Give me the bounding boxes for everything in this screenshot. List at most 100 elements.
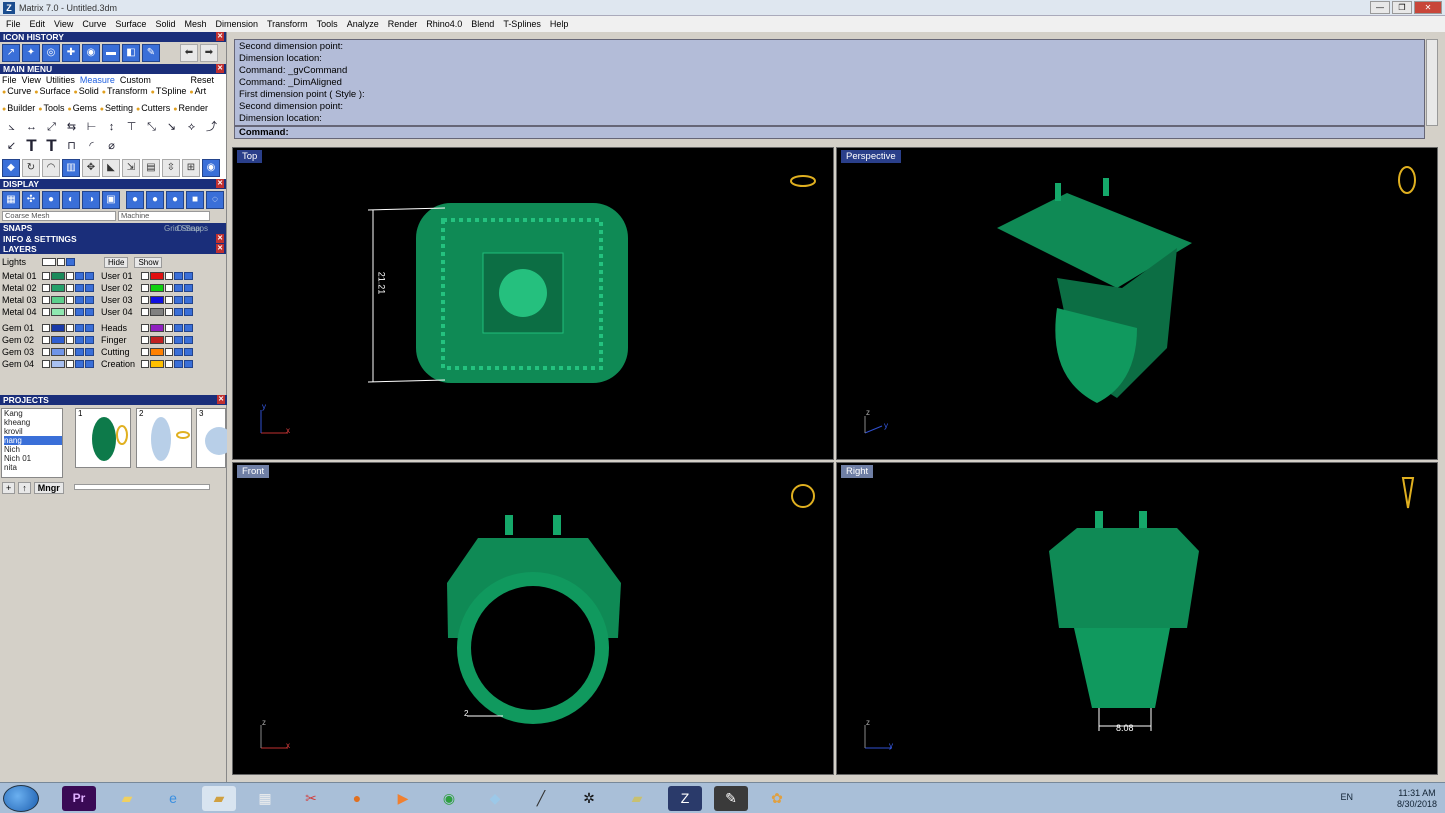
expand-icon[interactable] <box>42 272 50 280</box>
arrow-right-icon[interactable]: ➡ <box>200 44 218 62</box>
snipping-tool-icon[interactable]: ✂ <box>294 786 328 811</box>
layer-color-swatch[interactable] <box>150 360 164 368</box>
layer-visible-icon[interactable] <box>75 360 84 368</box>
close-icon[interactable]: ✕ <box>216 32 224 41</box>
category-solid[interactable]: Solid <box>74 85 99 99</box>
project-list-item[interactable]: kheang <box>4 418 62 427</box>
dim-vertical-icon[interactable]: ↕ <box>102 118 121 136</box>
category-builder[interactable]: Builder <box>2 102 35 116</box>
material-icon[interactable]: ■ <box>186 191 204 209</box>
layer-active-icon[interactable] <box>184 296 193 304</box>
tool-icon[interactable]: ▤ <box>142 159 160 177</box>
history-tool-icon[interactable]: ◉ <box>82 44 100 62</box>
project-thumbnail[interactable]: 3 <box>196 408 227 468</box>
lock-icon[interactable] <box>66 360 74 368</box>
firefox-icon[interactable]: ● <box>340 786 374 811</box>
expand-icon[interactable] <box>141 272 149 280</box>
layer-active-icon[interactable] <box>184 336 193 344</box>
menu-tools[interactable]: Tools <box>317 19 338 29</box>
layer-color-swatch[interactable] <box>150 324 164 332</box>
mesh-select[interactable]: Coarse Mesh <box>2 211 116 221</box>
category-render[interactable]: Render <box>173 102 209 116</box>
layer-visible-icon[interactable] <box>174 360 183 368</box>
layer-row[interactable]: Cutting <box>101 346 194 358</box>
layer-active-icon[interactable] <box>184 360 193 368</box>
expand-icon[interactable] <box>42 284 50 292</box>
expand-icon[interactable] <box>141 308 149 316</box>
material-icon[interactable]: ● <box>166 191 184 209</box>
dim-tool-icon[interactable]: ⤡ <box>142 118 161 136</box>
layer-visible-icon[interactable] <box>75 348 84 356</box>
layer-color-swatch[interactable] <box>150 308 164 316</box>
menu-mesh[interactable]: Mesh <box>184 19 206 29</box>
layer-active-icon[interactable] <box>85 360 94 368</box>
expand-icon[interactable] <box>141 348 149 356</box>
category-setting[interactable]: Setting <box>100 102 133 116</box>
manager-button[interactable]: Mngr <box>33 482 64 494</box>
project-list-item[interactable]: nita <box>4 463 62 472</box>
expand-icon[interactable] <box>42 308 50 316</box>
app-icon[interactable]: ▰ <box>620 786 654 811</box>
dim-tool-icon[interactable]: ⤴ <box>202 118 221 136</box>
rotate-icon[interactable]: ↻ <box>22 159 40 177</box>
lock-icon[interactable] <box>165 348 173 356</box>
app-icon[interactable]: ╱ <box>524 786 558 811</box>
lock-icon[interactable] <box>165 284 173 292</box>
menu-file[interactable]: File <box>6 19 21 29</box>
tab-custom[interactable]: Custom <box>120 75 151 85</box>
menu-dimension[interactable]: Dimension <box>215 19 258 29</box>
arc-icon[interactable]: ◠ <box>42 159 60 177</box>
layer-visible-icon[interactable] <box>174 336 183 344</box>
dim-tool-icon[interactable]: ⊓ <box>62 137 81 155</box>
dim-horizontal-icon[interactable]: ↔ <box>22 118 41 136</box>
lock-icon[interactable] <box>57 258 65 266</box>
viewport-perspective[interactable]: Perspective z y <box>836 147 1438 460</box>
dim-tool-icon[interactable]: ⊤ <box>122 118 141 136</box>
close-icon[interactable]: ✕ <box>217 395 225 404</box>
language-indicator[interactable]: EN <box>1340 792 1353 802</box>
close-icon[interactable]: ✕ <box>216 244 224 253</box>
layer-row[interactable]: Gem 01 <box>2 322 95 334</box>
grid-icon[interactable]: ▦ <box>2 191 20 209</box>
lock-icon[interactable] <box>66 296 74 304</box>
category-cutters[interactable]: Cutters <box>136 102 170 116</box>
expand-icon[interactable] <box>141 284 149 292</box>
project-list-item[interactable]: Nich <box>4 445 62 454</box>
layer-visible-icon[interactable] <box>174 348 183 356</box>
wire-icon[interactable]: ✣ <box>22 191 40 209</box>
layer-row[interactable]: User 02 <box>101 282 194 294</box>
command-input[interactable] <box>291 128 1379 138</box>
menu-blend[interactable]: Blend <box>471 19 494 29</box>
tool-icon[interactable]: ◆ <box>2 159 20 177</box>
render-icon[interactable]: ◐ <box>62 191 80 209</box>
expand-icon[interactable] <box>42 348 50 356</box>
lock-icon[interactable] <box>165 308 173 316</box>
menu-transform[interactable]: Transform <box>267 19 308 29</box>
command-scrollbar[interactable] <box>1426 39 1438 126</box>
tool-icon[interactable]: ⊞ <box>182 159 200 177</box>
lock-icon[interactable] <box>66 284 74 292</box>
layer-color-swatch[interactable] <box>51 336 65 344</box>
history-tool-icon[interactable]: ▬ <box>102 44 120 62</box>
layer-color-swatch[interactable] <box>51 272 65 280</box>
category-transform[interactable]: Transform <box>102 85 148 99</box>
add-project-icon[interactable]: + <box>2 482 16 494</box>
up-arrow-icon[interactable]: ↑ <box>18 482 31 494</box>
explorer-icon[interactable]: ▰ <box>110 786 144 811</box>
layer-row[interactable]: User 04 <box>101 306 194 318</box>
material-select[interactable]: Machine <box>118 211 210 221</box>
history-tool-icon[interactable]: ◧ <box>122 44 140 62</box>
shade-icon[interactable]: ● <box>42 191 60 209</box>
radius-icon[interactable]: ◜ <box>82 137 101 155</box>
tool-icon[interactable]: ▥ <box>62 159 80 177</box>
menu-tsplines[interactable]: T-Splines <box>503 19 541 29</box>
layer-active-icon[interactable] <box>85 348 94 356</box>
category-tspline[interactable]: TSpline <box>151 85 187 99</box>
category-gems[interactable]: Gems <box>68 102 97 116</box>
lock-icon[interactable] <box>165 336 173 344</box>
layer-active-icon[interactable] <box>184 272 193 280</box>
history-tool-icon[interactable]: ✦ <box>22 44 40 62</box>
clock[interactable]: 11:31 AM 8/30/2018 <box>1397 788 1437 810</box>
project-thumbnail[interactable]: 1 <box>75 408 131 468</box>
layer-color-swatch[interactable] <box>42 258 56 266</box>
